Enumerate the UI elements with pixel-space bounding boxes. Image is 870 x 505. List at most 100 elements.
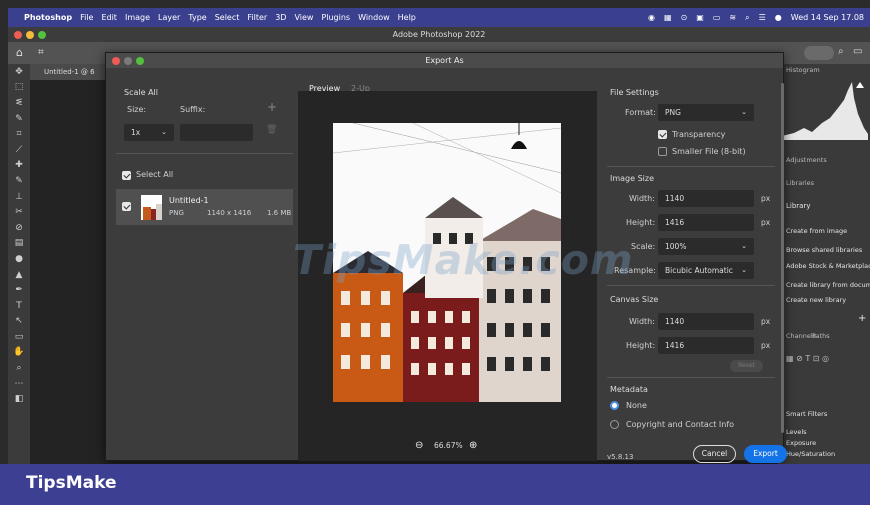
share-button[interactable] [804, 46, 834, 60]
library-item-create-new[interactable]: Create new library [786, 296, 846, 304]
asset-row[interactable]: Untitled-1 PNG 1140 x 1416 1.6 MB [116, 189, 293, 225]
export-button[interactable]: Export [744, 445, 787, 463]
filter-levels[interactable]: Levels [786, 428, 807, 436]
zoom-out-icon[interactable]: ⊖ [415, 440, 423, 451]
transparency-checkbox[interactable] [658, 130, 667, 139]
menu-file[interactable]: File [80, 13, 93, 22]
minimize-window-button[interactable] [26, 31, 34, 39]
filter-exposure[interactable]: Exposure [786, 439, 816, 447]
menu-view[interactable]: View [294, 13, 313, 22]
status-icon-1[interactable]: ◉ [648, 13, 655, 22]
healing-tool-icon[interactable]: ✚ [8, 158, 30, 174]
more-tools-icon[interactable]: ⋯ [8, 376, 30, 392]
library-item-create-from-document[interactable]: Create library from document [786, 281, 870, 289]
layer-filter-icons[interactable]: ▦ ⊘ T ⊡ ◎ [786, 354, 829, 363]
wifi-icon[interactable]: ≋ [729, 13, 736, 22]
suffix-label: Suffix: [180, 105, 206, 114]
suffix-input[interactable] [180, 124, 253, 141]
menu-filter[interactable]: Filter [247, 13, 267, 22]
filter-smart-filters[interactable]: Smart Filters [786, 410, 827, 418]
add-scale-icon[interactable]: + [267, 100, 277, 114]
eyedropper-tool-icon[interactable]: ⟋ [8, 142, 30, 158]
histogram-tab[interactable]: Histogram [786, 66, 820, 74]
workspace-icon[interactable]: ▭ [853, 46, 862, 57]
home-icon[interactable]: ⌂ [16, 46, 23, 59]
clone-stamp-tool-icon[interactable]: ⊥ [8, 189, 30, 205]
resample-select[interactable]: Bicubic Automatic ⌄ [658, 262, 754, 279]
zoom-in-icon[interactable]: ⊕ [469, 440, 477, 451]
status-icon-3[interactable]: ⊙ [681, 13, 688, 22]
paths-tab[interactable]: Paths [812, 332, 830, 340]
metadata-none-radio[interactable] [610, 401, 619, 410]
path-select-tool-icon[interactable]: ↖ [8, 314, 30, 330]
brush-tool-icon[interactable]: ✎ [8, 173, 30, 189]
menu-image[interactable]: Image [125, 13, 150, 22]
image-width-input[interactable]: 1140 [658, 190, 754, 207]
menu-window[interactable]: Window [358, 13, 390, 22]
add-library-icon[interactable]: + [858, 313, 866, 324]
format-select[interactable]: PNG ⌄ [658, 104, 754, 121]
document-tab[interactable]: Untitled-1 @ 6 [30, 64, 106, 80]
control-center-icon[interactable]: ☰ [759, 13, 766, 22]
history-brush-tool-icon[interactable]: ✂ [8, 204, 30, 220]
dodge-tool-icon[interactable]: ▲ [8, 267, 30, 283]
type-tool-icon[interactable]: T [8, 298, 30, 314]
metadata-copyright-radio[interactable] [610, 420, 619, 429]
color-swatches-icon[interactable]: ◧ [8, 391, 30, 407]
eraser-tool-icon[interactable]: ⊘ [8, 220, 30, 236]
menu-app-name[interactable]: Photoshop [24, 13, 72, 22]
settings-scrollbar[interactable] [781, 83, 784, 433]
close-window-button[interactable] [14, 31, 22, 39]
blur-tool-icon[interactable]: ● [8, 251, 30, 267]
menu-3d[interactable]: 3D [275, 13, 286, 22]
menu-layer[interactable]: Layer [158, 13, 180, 22]
crop-tool-icon[interactable]: ⌗ [38, 47, 44, 58]
status-icon-4[interactable]: ▣ [696, 13, 704, 22]
filter-hue-saturation[interactable]: Hue/Saturation [786, 450, 835, 458]
clock[interactable]: Wed 14 Sep 17.08 [791, 13, 864, 22]
menu-help[interactable]: Help [398, 13, 416, 22]
canvas-height-input[interactable]: 1416 [658, 337, 754, 354]
scale-select[interactable]: 100% ⌄ [658, 238, 754, 255]
library-item-create-from-image[interactable]: Create from image [786, 227, 847, 235]
asset-checkbox[interactable] [122, 202, 131, 211]
siri-icon[interactable]: ● [775, 13, 782, 22]
image-height-input[interactable]: 1416 [658, 214, 754, 231]
smaller-file-label: Smaller File (8-bit) [672, 147, 746, 156]
zoom-tool-icon[interactable]: ⌕ [8, 360, 30, 376]
move-tool-icon[interactable]: ✥ [8, 64, 30, 80]
marquee-tool-icon[interactable]: ⬚ [8, 80, 30, 96]
shape-tool-icon[interactable]: ▭ [8, 329, 30, 345]
smaller-file-checkbox[interactable] [658, 147, 667, 156]
cancel-button[interactable]: Cancel [693, 445, 736, 463]
pen-tool-icon[interactable]: ✒ [8, 282, 30, 298]
quick-select-tool-icon[interactable]: ✎ [8, 111, 30, 127]
crop-tool-icon[interactable]: ⌗ [8, 126, 30, 142]
menu-plugins[interactable]: Plugins [321, 13, 350, 22]
dialog-minimize-button[interactable] [124, 57, 132, 65]
battery-icon[interactable]: ▭ [713, 13, 721, 22]
menu-select[interactable]: Select [215, 13, 240, 22]
delete-scale-icon[interactable]: 🗑 [266, 125, 277, 135]
dialog-close-button[interactable] [112, 57, 120, 65]
adjustments-tab[interactable]: Adjustments [786, 156, 827, 164]
library-item-adobe-stock[interactable]: Adobe Stock & Marketplace [786, 262, 870, 270]
library-item-browse-shared[interactable]: Browse shared libraries [786, 246, 862, 254]
libraries-tab[interactable]: Libraries [786, 179, 814, 187]
dialog-zoom-button[interactable] [136, 57, 144, 65]
canvas-width-input[interactable]: 1140 [658, 313, 754, 330]
hand-tool-icon[interactable]: ✋ [8, 345, 30, 361]
spotlight-icon[interactable]: ⌕ [745, 13, 749, 23]
select-all-checkbox[interactable] [122, 171, 131, 180]
search-icon[interactable]: ⌕ [838, 46, 844, 57]
reset-button[interactable]: Reset [730, 360, 763, 372]
zoom-window-button[interactable] [38, 31, 46, 39]
menu-type[interactable]: Type [188, 13, 206, 22]
menu-edit[interactable]: Edit [101, 13, 117, 22]
gradient-tool-icon[interactable]: ▤ [8, 236, 30, 252]
status-icon-2[interactable]: ▦ [664, 13, 672, 22]
watermark: TipsMake.com [293, 236, 634, 284]
size-select[interactable]: 1x ⌄ [124, 124, 174, 141]
lasso-tool-icon[interactable]: ᓬ [8, 95, 30, 111]
version-label: v5.8.13 [607, 453, 634, 461]
